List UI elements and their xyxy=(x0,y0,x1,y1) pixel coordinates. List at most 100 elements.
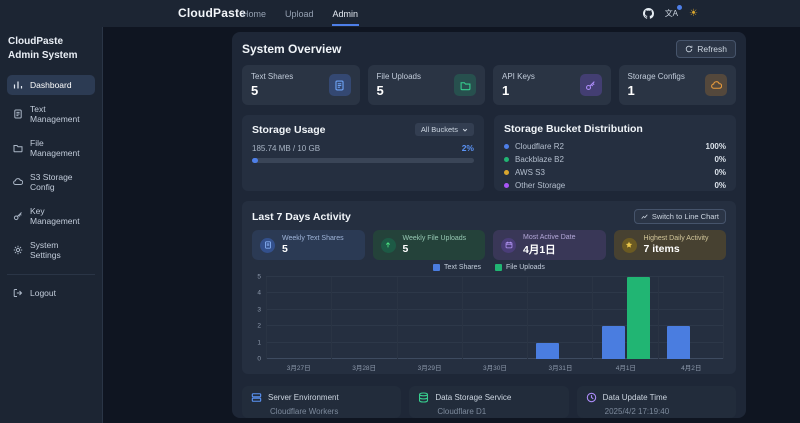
chart-y-axis: 012345 xyxy=(252,277,264,359)
globe-dot-icon xyxy=(677,5,682,10)
bar-chart-icon xyxy=(13,80,23,90)
line-chart-icon xyxy=(641,213,648,220)
chart-bar-group xyxy=(593,277,658,359)
mini-card-highest-daily-activity: Highest Daily Activity 7 items xyxy=(614,230,727,260)
bucket-filter-value: All Buckets xyxy=(421,125,458,134)
nav-link-upload[interactable]: Upload xyxy=(284,2,315,26)
navbar-actions: 文A ☀ xyxy=(643,0,698,27)
y-axis-label: 3 xyxy=(257,306,261,313)
activity-mini-cards: Weekly Text Shares 5 Weekly File Uploads… xyxy=(252,230,726,260)
logout-icon xyxy=(13,288,23,298)
mini-card-weekly-text-shares: Weekly Text Shares 5 xyxy=(252,230,365,260)
activity-card: Last 7 Days Activity Switch to Line Char… xyxy=(242,201,736,374)
refresh-label: Refresh xyxy=(697,44,727,54)
sidebar-item-label: File Management xyxy=(30,138,89,158)
sidebar-item-file-management[interactable]: File Management xyxy=(7,133,95,163)
stat-value: 1 xyxy=(628,83,685,98)
nav-link-admin[interactable]: Admin xyxy=(332,2,360,26)
sidebar-title: CloudPaste Admin System xyxy=(8,35,94,63)
stat-card-api-keys: API Keys 1 xyxy=(493,65,611,105)
info-card-data-storage-service: Data Storage Service Cloudflare D1 xyxy=(409,386,568,418)
x-axis-label: 4月2日 xyxy=(659,362,724,372)
language-icon[interactable]: 文A xyxy=(665,8,678,19)
sidebar-item-dashboard[interactable]: Dashboard xyxy=(7,75,95,95)
brand-logo[interactable]: CloudPaste xyxy=(178,6,246,20)
legend-label: File Uploads xyxy=(506,264,545,271)
theme-sun-icon[interactable]: ☀ xyxy=(689,9,698,19)
sidebar-item-key-management[interactable]: Key Management xyxy=(7,201,95,231)
storage-progress-fill xyxy=(252,158,258,163)
page-title: System Overview xyxy=(242,42,341,56)
legend-item[interactable]: File Uploads xyxy=(495,264,545,271)
chart-legend: Text Shares File Uploads xyxy=(252,264,726,271)
language-glyph: 文A xyxy=(665,9,678,18)
cloud-icon xyxy=(705,74,727,96)
bucket-percent: 100% xyxy=(706,142,726,151)
list-item: Backblaze B2 0% xyxy=(504,153,726,166)
refresh-button[interactable]: Refresh xyxy=(676,40,736,58)
github-icon[interactable] xyxy=(643,8,654,19)
mini-card-value: 5 xyxy=(282,243,344,255)
document-icon xyxy=(329,74,351,96)
chart-bar xyxy=(536,343,559,359)
sidebar: CloudPaste Admin System Dashboard Text M… xyxy=(0,27,103,423)
stat-value: 5 xyxy=(251,83,293,98)
y-axis-label: 0 xyxy=(257,356,261,363)
info-card-value: 2025/4/2 17:19:40 xyxy=(605,407,727,416)
sidebar-divider xyxy=(7,274,95,275)
chart-bar xyxy=(667,326,690,359)
sidebar-item-system-settings[interactable]: System Settings xyxy=(7,235,95,265)
chart-bar-group xyxy=(398,277,463,359)
mini-card-label: Most Active Date xyxy=(523,234,576,241)
legend-swatch xyxy=(433,264,440,271)
bucket-percent: 0% xyxy=(714,168,726,177)
bucket-color-dot xyxy=(504,144,509,149)
star-icon xyxy=(622,238,637,253)
storage-usage-title: Storage Usage xyxy=(252,124,326,136)
chart-bar-group xyxy=(659,277,724,359)
legend-label: Text Shares xyxy=(444,264,481,271)
switch-chart-label: Switch to Line Chart xyxy=(652,212,719,221)
sidebar-item-label: Dashboard xyxy=(30,80,72,90)
chart-bars xyxy=(266,277,724,359)
bucket-color-dot xyxy=(504,157,509,162)
stat-value: 5 xyxy=(377,83,421,98)
info-card-label: Server Environment xyxy=(268,393,339,402)
activity-bar-chart: Text Shares File Uploads 012345 3月27日3月28… xyxy=(252,266,726,372)
chart-bar xyxy=(627,277,650,359)
legend-swatch xyxy=(495,264,502,271)
chevron-down-icon xyxy=(462,127,468,133)
info-card-value: Cloudflare Workers xyxy=(270,407,392,416)
chart-bar xyxy=(602,326,625,359)
bucket-percent: 0% xyxy=(714,181,726,190)
bucket-color-dot xyxy=(504,170,509,175)
info-card-label: Data Update Time xyxy=(603,393,667,402)
storage-usage-text: 185.74 MB / 10 GB xyxy=(252,144,320,153)
info-card-server-environment: Server Environment Cloudflare Workers xyxy=(242,386,401,418)
document-icon xyxy=(13,109,23,119)
stat-label: Text Shares xyxy=(251,72,293,81)
sidebar-item-s3-storage-config[interactable]: S3 Storage Config xyxy=(7,167,95,197)
x-axis-label: 3月29日 xyxy=(397,362,462,372)
legend-item[interactable]: Text Shares xyxy=(433,264,481,271)
y-axis-label: 1 xyxy=(257,339,261,346)
x-axis-label: 3月27日 xyxy=(266,362,331,372)
key-icon xyxy=(13,211,23,221)
mini-card-most-active-date: Most Active Date 4月1日 xyxy=(493,230,606,260)
sidebar-item-logout[interactable]: Logout xyxy=(7,283,95,303)
x-axis-label: 3月28日 xyxy=(331,362,396,372)
bucket-percent: 0% xyxy=(714,155,726,164)
chart-plot xyxy=(266,277,724,359)
bucket-filter-select[interactable]: All Buckets xyxy=(415,123,474,136)
sidebar-item-text-management[interactable]: Text Management xyxy=(7,99,95,129)
nav-link-home[interactable]: Home xyxy=(241,2,267,26)
gear-icon xyxy=(13,245,23,255)
bucket-distribution-list: Cloudflare R2 100% Backblaze B2 0% AWS S… xyxy=(504,140,726,192)
nav-links: Home Upload Admin xyxy=(241,0,359,27)
chart-bar-group xyxy=(528,277,593,359)
stat-label: File Uploads xyxy=(377,72,421,81)
stat-label: API Keys xyxy=(502,72,535,81)
switch-chart-button[interactable]: Switch to Line Chart xyxy=(634,209,726,224)
sidebar-item-label: Key Management xyxy=(30,206,89,226)
folder-icon xyxy=(13,143,23,153)
